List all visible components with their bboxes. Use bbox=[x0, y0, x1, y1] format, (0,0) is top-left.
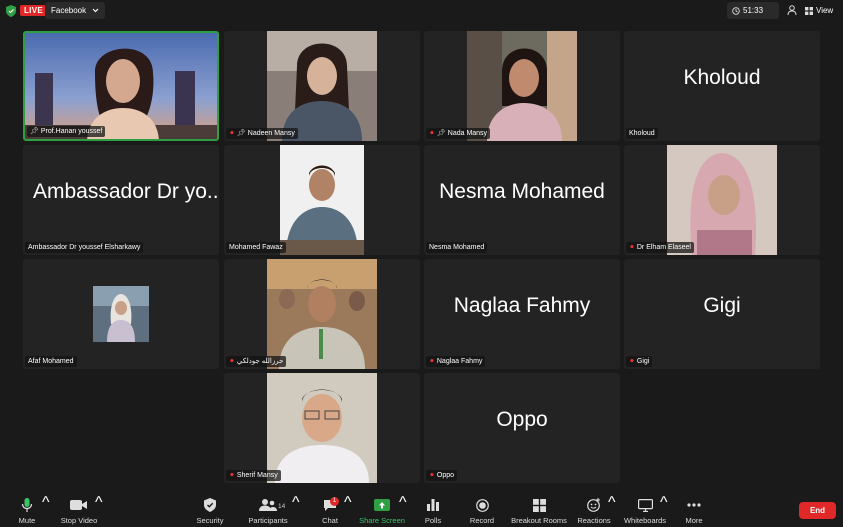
reactions-options-chevron[interactable]: ^ bbox=[608, 494, 616, 527]
polls-button[interactable]: Polls bbox=[421, 494, 445, 527]
chevron-down-icon bbox=[92, 8, 99, 13]
security-button[interactable]: Security bbox=[192, 494, 228, 527]
participant-video bbox=[467, 31, 577, 141]
participant-name-label: Kholoud bbox=[626, 128, 658, 139]
participant-tile[interactable]: Ambassador Dr yo... Ambassador Dr yousse… bbox=[23, 145, 219, 255]
participant-name-label: ⚫︎ Sherif Mansy bbox=[226, 470, 281, 481]
participant-tile[interactable]: Kholoud Kholoud bbox=[624, 31, 820, 141]
participant-tile[interactable]: Mohamed Fawaz bbox=[224, 145, 420, 255]
participant-big-name: Kholoud bbox=[683, 66, 761, 89]
pin-icon: 📌︎ bbox=[30, 128, 39, 135]
participant-tile[interactable]: ⚫︎ Dr Elham Elaseel bbox=[624, 145, 820, 255]
more-button[interactable]: More bbox=[682, 494, 706, 527]
participant-tile[interactable]: 📌︎ Prof.Hanan youssef bbox=[23, 31, 219, 141]
mute-button[interactable]: Mute bbox=[12, 494, 42, 527]
mic-icon bbox=[17, 497, 37, 513]
participant-video bbox=[93, 286, 149, 342]
whiteboard-icon bbox=[635, 497, 655, 513]
chat-options-chevron[interactable]: ^ bbox=[344, 494, 352, 527]
participant-tile[interactable]: ⚫︎ 📌︎ Nada Mansy bbox=[424, 31, 620, 141]
participant-tile[interactable]: ⚫︎ Sherif Mansy bbox=[224, 373, 420, 483]
chat-button[interactable]: 1 Chat bbox=[318, 494, 342, 527]
participant-name-label: ⚫︎ حرزالله جودلكي bbox=[226, 356, 287, 367]
participant-name-label: ⚫︎ Gigi bbox=[626, 356, 653, 367]
participant-name-label: Mohamed Fawaz bbox=[226, 242, 286, 253]
stream-target-dropdown[interactable]: Facebook bbox=[45, 2, 106, 19]
participant-tile[interactable]: Oppo ⚫︎ Oppo bbox=[424, 373, 620, 483]
video-icon bbox=[69, 497, 89, 513]
share-screen-icon bbox=[372, 497, 392, 513]
mic-off-icon: ⚫︎ bbox=[629, 358, 635, 365]
pin-icon: 📌︎ bbox=[236, 130, 246, 137]
reactions-button[interactable]: Reactions bbox=[576, 494, 612, 527]
participant-tile[interactable]: Afaf Mohamed bbox=[23, 259, 219, 369]
participant-name-label: ⚫︎ Dr Elham Elaseel bbox=[626, 242, 694, 253]
meeting-toolbar: Mute ^ Stop Video ^ Security Participant… bbox=[0, 494, 843, 527]
participant-video bbox=[267, 373, 377, 483]
breakout-icon bbox=[529, 497, 549, 513]
participants-count: 14 bbox=[278, 503, 286, 510]
participant-name-label: ⚫︎ 📌︎ Nada Mansy bbox=[426, 128, 491, 139]
participant-tile[interactable]: Nesma Mohamed Nesma Mohamed bbox=[424, 145, 620, 255]
participants-button[interactable]: Participants bbox=[246, 494, 290, 527]
mic-off-icon: ⚫︎ bbox=[429, 472, 435, 479]
participant-name-label: ⚫︎ Oppo bbox=[426, 470, 457, 481]
stop-video-button[interactable]: Stop Video bbox=[58, 494, 100, 527]
whiteboards-options-chevron[interactable]: ^ bbox=[660, 494, 668, 527]
shield-icon[interactable] bbox=[6, 5, 16, 17]
reactions-icon bbox=[584, 497, 604, 513]
participant-name-label: 📌︎ Prof.Hanan youssef bbox=[27, 126, 106, 137]
more-icon bbox=[684, 497, 704, 513]
meeting-top-bar: LIVE Facebook 51:33 View bbox=[0, 0, 843, 22]
share-options-chevron[interactable]: ^ bbox=[399, 494, 407, 527]
live-badge: LIVE bbox=[20, 5, 47, 16]
participant-video bbox=[280, 145, 364, 255]
record-button[interactable]: Record bbox=[467, 494, 497, 527]
participant-name-label: Nesma Mohamed bbox=[426, 242, 488, 253]
video-options-chevron[interactable]: ^ bbox=[95, 494, 103, 527]
chat-icon: 1 bbox=[320, 497, 340, 513]
mic-off-icon: ⚫︎ bbox=[629, 244, 635, 251]
participant-big-name: Oppo bbox=[496, 408, 548, 431]
mic-off-icon: ⚫︎ bbox=[429, 358, 435, 365]
pin-icon: 📌︎ bbox=[436, 130, 446, 137]
stream-target-label: Facebook bbox=[51, 6, 87, 15]
participant-name-label: ⚫︎ Naglaa Fahmy bbox=[426, 356, 486, 367]
participant-tile[interactable]: Gigi ⚫︎ Gigi bbox=[624, 259, 820, 369]
polls-icon bbox=[423, 497, 443, 513]
person-icon[interactable] bbox=[786, 4, 798, 16]
mic-off-icon: ⚫︎ bbox=[229, 358, 235, 365]
participant-big-name: Naglaa Fahmy bbox=[453, 294, 591, 317]
participant-video bbox=[667, 145, 777, 255]
mic-off-icon: ⚫︎ bbox=[229, 130, 235, 137]
participant-big-name: Gigi bbox=[703, 294, 741, 317]
participant-video bbox=[267, 31, 377, 141]
participant-big-name: Nesma Mohamed bbox=[439, 180, 605, 203]
timer-text: 51:33 bbox=[743, 6, 764, 15]
mic-off-icon: ⚫︎ bbox=[229, 472, 235, 479]
participant-name-label: ⚫︎ 📌︎ Nadeen Mansy bbox=[226, 128, 298, 139]
participant-tile[interactable]: ⚫︎ 📌︎ Nadeen Mansy bbox=[224, 31, 420, 141]
record-icon bbox=[472, 497, 492, 513]
participant-video bbox=[25, 33, 217, 139]
participant-tile[interactable]: ⚫︎ حرزالله جودلكي bbox=[224, 259, 420, 369]
clock-icon bbox=[732, 6, 740, 15]
view-label: View bbox=[816, 6, 834, 15]
grid-icon bbox=[805, 6, 813, 15]
security-shield-icon bbox=[200, 497, 220, 513]
mic-off-icon: ⚫︎ bbox=[429, 130, 435, 137]
participant-big-name: Ambassador Dr yo... bbox=[33, 180, 219, 203]
participants-icon bbox=[258, 497, 278, 513]
meeting-timer[interactable]: 51:33 bbox=[727, 2, 779, 19]
participant-name-label: Afaf Mohamed bbox=[25, 356, 77, 367]
view-button[interactable]: View bbox=[805, 2, 833, 19]
participants-options-chevron[interactable]: ^ bbox=[292, 494, 300, 527]
mute-options-chevron[interactable]: ^ bbox=[42, 494, 50, 527]
end-meeting-button[interactable]: End bbox=[799, 502, 836, 519]
breakout-rooms-button[interactable]: Breakout Rooms bbox=[510, 494, 568, 527]
participant-name-label: Ambassador Dr youssef Elsharkawy bbox=[25, 242, 144, 253]
participant-tile[interactable]: Naglaa Fahmy ⚫︎ Naglaa Fahmy bbox=[424, 259, 620, 369]
participant-video bbox=[267, 259, 377, 369]
chat-unread-badge: 1 bbox=[330, 497, 339, 506]
